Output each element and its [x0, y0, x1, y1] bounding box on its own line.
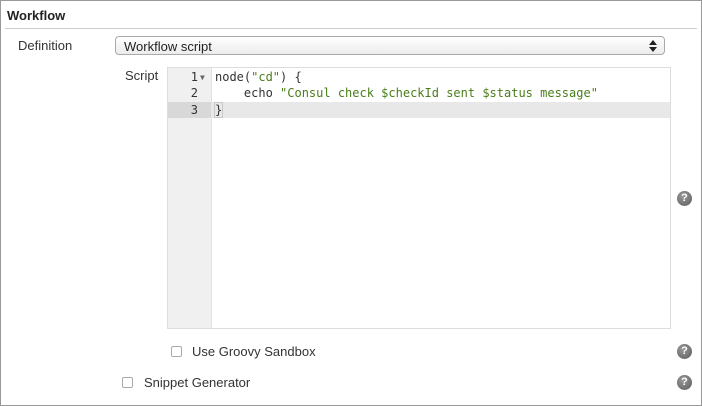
code-line: 2 echo "Consul check $checkId sent $stat… — [168, 85, 670, 102]
line-number: 3 — [190, 103, 198, 117]
code-line: 1 ▼ node("cd") { — [168, 69, 670, 86]
script-label: Script — [125, 68, 159, 83]
snippet-generator-label[interactable]: Snippet Generator — [144, 375, 250, 390]
snippet-generator-checkbox[interactable] — [122, 377, 133, 388]
workflow-panel: Workflow Definition Workflow script Scri… — [0, 0, 702, 406]
code-text: } — [213, 102, 224, 118]
definition-label: Definition — [18, 38, 73, 53]
code-line: 3 } — [168, 102, 670, 119]
code-text: echo "Consul check $checkId sent $status… — [215, 86, 598, 100]
select-arrows-icon — [649, 40, 657, 52]
fold-arrow-icon[interactable]: ▼ — [200, 69, 205, 86]
definition-select-value: Workflow script — [124, 39, 212, 54]
line-number: 1 — [190, 70, 198, 84]
sandbox-help-icon[interactable]: ? — [677, 344, 692, 359]
script-editor[interactable]: 1 ▼ node("cd") { 2 echo "Consul check $c… — [167, 67, 671, 329]
section-title: Workflow — [7, 8, 66, 23]
groovy-sandbox-checkbox[interactable] — [171, 346, 182, 357]
code-text: node("cd") { — [215, 70, 302, 84]
snippet-help-icon[interactable]: ? — [677, 375, 692, 390]
line-number: 2 — [190, 86, 198, 100]
definition-select[interactable]: Workflow script — [115, 36, 665, 55]
script-help-icon[interactable]: ? — [677, 191, 692, 206]
section-divider — [5, 28, 697, 29]
groovy-sandbox-label[interactable]: Use Groovy Sandbox — [192, 344, 316, 359]
